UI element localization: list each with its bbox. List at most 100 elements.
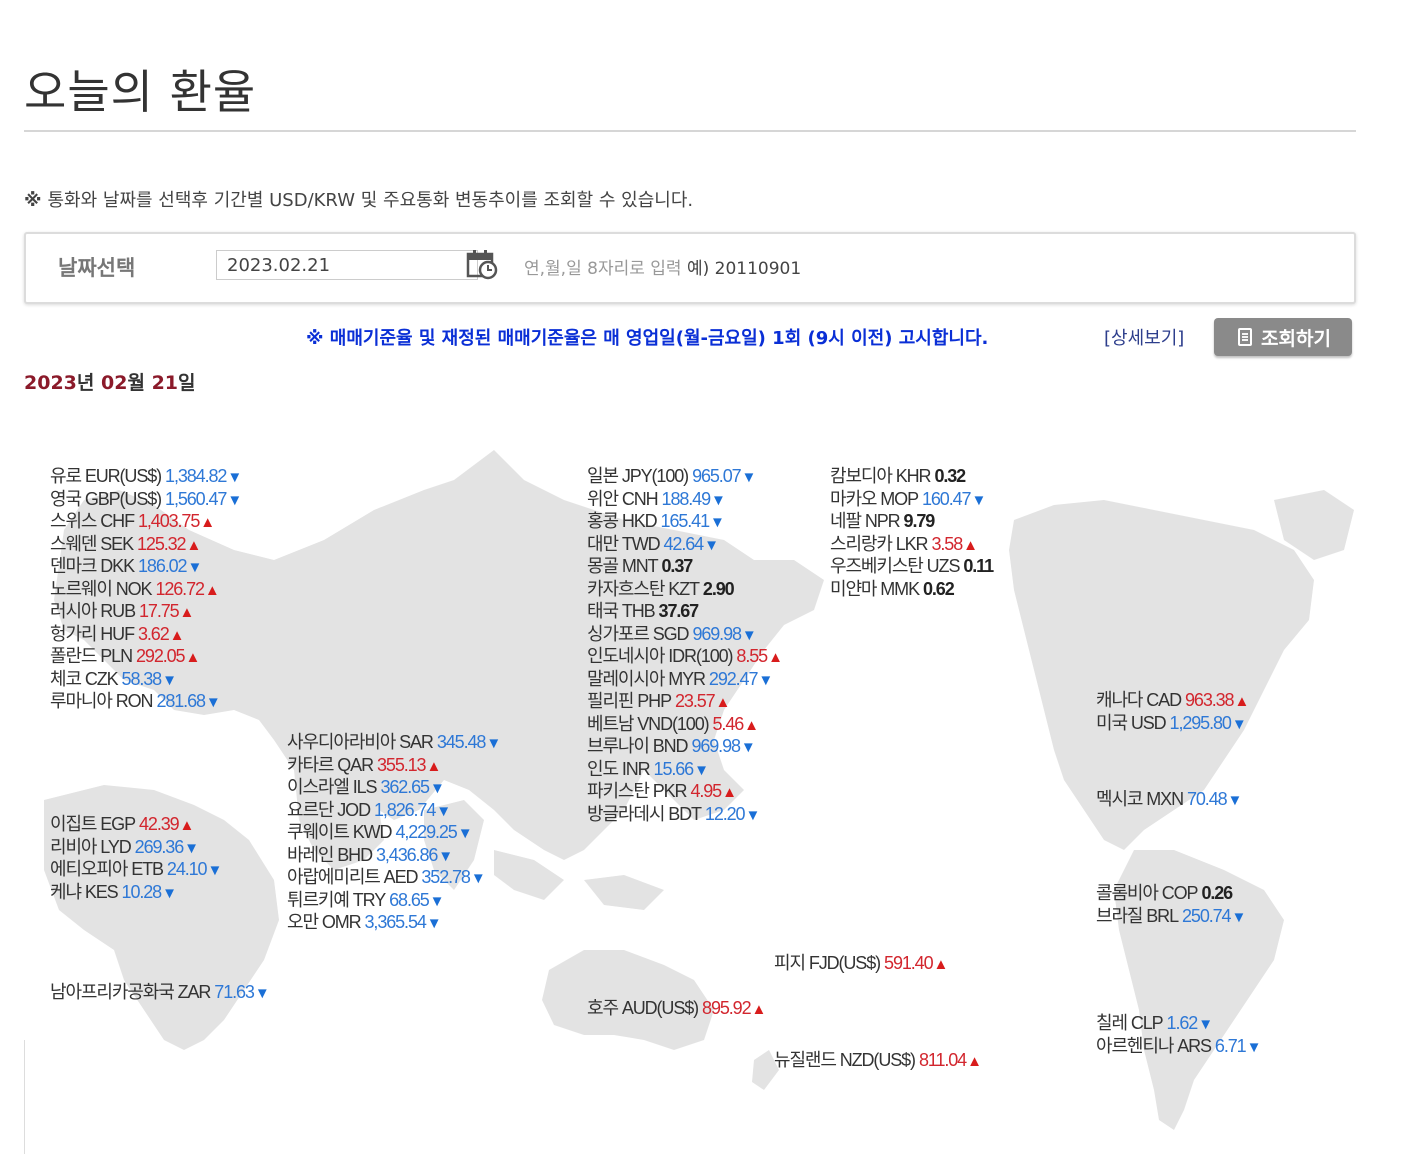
rate-item: 방글라데시 BDT 12.20▼	[587, 803, 760, 827]
rate-item: 캐나다 CAD 963.38▲	[1096, 689, 1249, 713]
up-arrow-icon: ▲	[426, 757, 442, 775]
rate-item: 인도 INR 15.66▼	[587, 758, 709, 782]
down-arrow-icon: ▼	[1231, 908, 1247, 926]
date-input[interactable]	[216, 250, 478, 280]
down-arrow-icon: ▼	[1198, 1016, 1214, 1033]
down-arrow-icon: ▼	[227, 491, 243, 509]
rate-item: 대만 TWD 42.64▼	[587, 533, 719, 557]
up-arrow-icon: ▲	[1234, 693, 1250, 710]
currency-label: 바레인 BHD	[287, 844, 373, 865]
currency-label: 우즈베키스탄 UZS	[830, 556, 960, 576]
rate-item: 피지 FJD(US$) 591.40▲	[774, 952, 948, 976]
detail-link[interactable]: [상세보기]	[1104, 324, 1184, 350]
currency-label: 요르단 JOD	[287, 799, 371, 820]
currency-label: 호주 AUD(US$)	[587, 998, 699, 1018]
currency-label: 사우디아라비아 SAR	[287, 732, 434, 752]
rate-item: 홍콩 HKD 165.41▼	[587, 510, 725, 534]
up-arrow-icon: ▲	[185, 649, 201, 666]
currency-label: 아르헨티나 ARS	[1096, 1035, 1212, 1056]
rate-value: 6.71	[1214, 1035, 1247, 1056]
rate-value: 292.05	[136, 646, 186, 666]
down-arrow-icon: ▼	[227, 469, 243, 486]
up-arrow-icon: ▲	[186, 536, 202, 554]
query-button[interactable]: 조회하기	[1214, 318, 1352, 356]
currency-label: 캐나다 CAD	[1096, 690, 1182, 710]
title-divider	[24, 130, 1356, 132]
rate-value: 71.63	[214, 982, 255, 1002]
rate-value: 591.40	[884, 953, 934, 973]
up-arrow-icon: ▲	[963, 536, 978, 554]
currency-label: 태국 THB	[587, 601, 656, 621]
down-arrow-icon: ▼	[694, 761, 709, 779]
rate-item: 우즈베키스탄 UZS 0.11	[830, 555, 994, 577]
down-arrow-icon: ▼	[758, 671, 774, 689]
rate-value: 1.62	[1166, 1013, 1199, 1033]
up-arrow-icon: ▲	[768, 649, 783, 666]
currency-label: 피지 FJD(US$)	[774, 953, 881, 973]
rate-value: 895.92	[702, 998, 752, 1018]
rate-value: 3.58	[931, 533, 963, 554]
down-arrow-icon: ▼	[745, 806, 761, 824]
rate-item: 요르단 JOD 1,826.74▼	[287, 799, 451, 823]
rate-item: 스리랑카 LKR 3.58▲	[830, 533, 978, 557]
rate-value: 2.90	[702, 578, 735, 599]
down-arrow-icon: ▼	[429, 892, 445, 910]
currency-label: 브라질 BRL	[1096, 905, 1179, 926]
calendar-icon[interactable]	[466, 248, 498, 280]
down-arrow-icon: ▼	[457, 825, 473, 842]
rate-value: 1,560.47	[165, 488, 227, 509]
currency-label: 멕시코 MXN	[1096, 789, 1184, 809]
rate-value: 23.57	[675, 691, 716, 711]
date-format-hint: 연,월,일 8자리로 입력 예) 20110901	[524, 254, 801, 279]
rate-value: 70.48	[1186, 789, 1228, 809]
rate-item: 케냐 KES 10.28▼	[50, 881, 177, 905]
rate-item: 몽골 MNT 0.37	[587, 555, 693, 577]
rate-item: 마카오 MOP 160.47▼	[830, 488, 986, 512]
currency-label: 덴마크 DKK	[50, 556, 135, 576]
date-hint-example: 예) 20110901	[686, 259, 802, 279]
rate-item: 스위스 CHF 1,403.75▲	[50, 510, 215, 534]
currency-label: 남아프리카공화국 ZAR	[50, 982, 211, 1002]
currency-label: 몽골 MNT	[587, 556, 659, 576]
down-arrow-icon: ▼	[187, 559, 203, 576]
rate-value: 186.02	[138, 556, 188, 576]
rate-value: 12.20	[704, 803, 746, 824]
rate-item: 말레이시아 MYR 292.47▼	[587, 668, 773, 692]
rate-value: 362.65	[380, 777, 430, 797]
up-arrow-icon: ▲	[179, 817, 195, 834]
rate-item: 노르웨이 NOK 126.72▲	[50, 578, 220, 602]
rate-value: 963.38	[1185, 690, 1235, 710]
currency-label: 칠레 CLP	[1096, 1013, 1164, 1033]
down-arrow-icon: ▼	[207, 862, 223, 879]
currency-label: 케냐 KES	[50, 881, 119, 902]
rate-value: 42.64	[663, 533, 705, 554]
page-title: 오늘의 환율	[24, 65, 257, 119]
rate-value: 188.49	[661, 488, 712, 509]
rate-value: 125.32	[137, 533, 187, 554]
down-arrow-icon: ▼	[429, 780, 445, 797]
down-arrow-icon: ▼	[1231, 715, 1247, 733]
currency-label: 뉴질랜드 NZD(US$)	[774, 1050, 916, 1070]
currency-label: 스리랑카 LKR	[830, 533, 929, 554]
currency-label: 이스라엘 ILS	[287, 777, 378, 797]
world-map: 유로 EUR(US$) 1,384.82▼ 영국 GBP(US$) 1,560.47▼…	[24, 410, 1356, 1154]
rate-item: 영국 GBP(US$) 1,560.47▼	[50, 488, 242, 512]
date-select-panel: 날짜선택 연,월,일 8자리로 입력 예) 20110901	[24, 232, 1356, 304]
rate-item: 파키스탄 PKR 4.95▲	[587, 780, 737, 804]
currency-label: 브루나이 BND	[587, 736, 689, 756]
currency-label: 리비아 LYD	[50, 836, 132, 857]
currency-label: 인도 INR	[587, 758, 651, 779]
rate-item: 일본 JPY(100) 965.07▼	[587, 465, 756, 489]
currency-label: 오만 OMR	[287, 912, 362, 932]
currency-label: 네팔 NPR	[830, 511, 901, 531]
date-select-label: 날짜선택	[58, 256, 136, 280]
rate-value: 1,295.80	[1169, 712, 1232, 733]
currency-label: 카타르 QAR	[287, 754, 374, 775]
currency-label: 아랍에미리트 AED	[287, 867, 418, 887]
currency-label: 일본 JPY(100)	[587, 466, 689, 486]
rate-value: 8.55	[736, 646, 768, 666]
currency-label: 영국 GBP(US$)	[50, 488, 162, 509]
rate-item: 콜롬비아 COP 0.26	[1096, 882, 1233, 904]
rate-item: 위안 CNH 188.49▼	[587, 488, 726, 512]
currency-label: 폴란드 PLN	[50, 646, 133, 666]
